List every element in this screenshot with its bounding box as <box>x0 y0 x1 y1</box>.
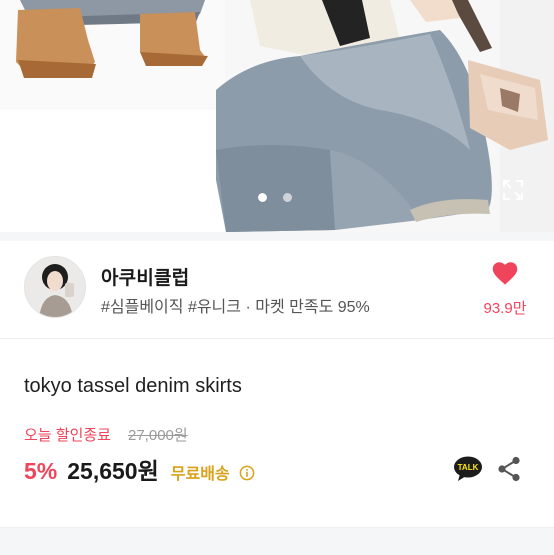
avatar-image <box>25 257 85 317</box>
meta-separator: · <box>245 299 251 316</box>
expand-button[interactable] <box>500 177 526 203</box>
carousel-dot-active[interactable] <box>258 193 267 202</box>
shop-name[interactable]: 아쿠비클럽 <box>101 263 189 290</box>
today-discount-label: 오늘 할인종료 <box>24 427 111 444</box>
carousel-dots <box>258 193 292 202</box>
price-row: 5% 25,650원 무료배송 <box>24 452 255 486</box>
info-icon <box>239 465 255 481</box>
talk-text: TALK <box>458 463 479 472</box>
shop-info: 아쿠비클럽 #심플베이직 #유니크 · 마켓 만족도 95% 93.9만 <box>0 241 554 337</box>
divider-line <box>0 338 554 339</box>
satisfaction-label: 마켓 만족도 <box>255 299 334 316</box>
like-button[interactable]: 93.9만 <box>472 260 538 318</box>
satisfaction-value: 95% <box>337 299 370 316</box>
expand-icon <box>503 180 523 200</box>
shop-tags[interactable]: #심플베이직 #유니크 <box>101 299 241 316</box>
shop-avatar[interactable] <box>24 256 86 318</box>
free-shipping-badge[interactable]: 무료배송 <box>171 460 255 484</box>
product-image[interactable] <box>0 0 554 232</box>
section-divider <box>0 232 554 241</box>
sale-price: 25,650원 <box>67 458 159 484</box>
heart-icon <box>492 262 518 285</box>
carousel-dot[interactable] <box>283 193 292 202</box>
product-title: tokyo tassel denim skirts <box>24 375 242 397</box>
shop-meta: #심플베이직 #유니크 · 마켓 만족도 95% <box>101 293 370 317</box>
kakao-talk-button[interactable]: TALK <box>453 456 483 481</box>
discount-rate: 5% <box>24 458 58 484</box>
free-shipping-label: 무료배송 <box>170 466 230 483</box>
share-icon <box>498 456 520 482</box>
like-count: 93.9만 <box>483 300 527 317</box>
bottom-divider <box>0 527 554 555</box>
original-price: 27,000원 <box>128 427 188 444</box>
talk-icon: TALK <box>454 456 482 481</box>
share-button[interactable] <box>497 456 521 482</box>
